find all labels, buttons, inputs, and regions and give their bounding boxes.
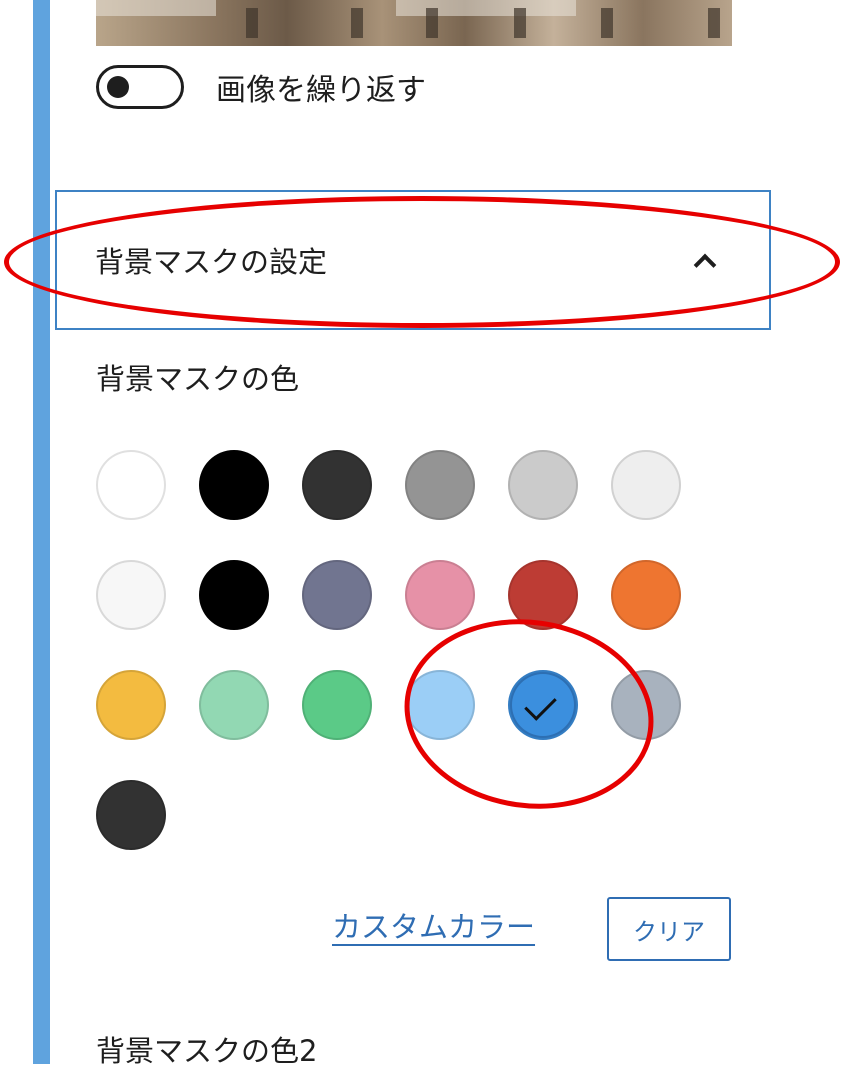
color-swatch[interactable]	[405, 670, 475, 740]
color-swatch[interactable]	[96, 780, 166, 850]
editor-left-accent-bar	[33, 0, 50, 1064]
checkmark-icon	[524, 688, 557, 721]
toggle-knob	[107, 76, 129, 98]
color-swatch[interactable]	[508, 560, 578, 630]
color-swatch[interactable]	[199, 560, 269, 630]
color-swatch[interactable]	[302, 560, 372, 630]
color-swatch[interactable]	[508, 450, 578, 520]
mask-settings-panel-header[interactable]: 背景マスクの設定	[55, 190, 771, 330]
repeat-image-toggle[interactable]	[96, 65, 184, 109]
color-swatch[interactable]	[611, 670, 681, 740]
repeat-image-label: 画像を繰り返す	[216, 73, 426, 108]
mask-color-label: 背景マスクの色	[96, 362, 300, 396]
color-swatch[interactable]	[96, 450, 166, 520]
repeat-image-setting: 画像を繰り返す	[96, 62, 426, 112]
color-swatch[interactable]	[611, 560, 681, 630]
clear-button[interactable]: クリア	[607, 897, 731, 961]
background-image-preview	[96, 0, 732, 46]
color-swatch[interactable]	[199, 670, 269, 740]
color-swatch[interactable]	[302, 450, 372, 520]
color-swatch[interactable]	[96, 560, 166, 630]
custom-color-link[interactable]: カスタムカラー	[332, 904, 535, 946]
color-swatch[interactable]	[405, 560, 475, 630]
color-swatch[interactable]	[302, 670, 372, 740]
panel-title: 背景マスクの設定	[95, 245, 328, 279]
chevron-up-icon	[691, 247, 717, 273]
color-swatch[interactable]	[611, 450, 681, 520]
color-swatch[interactable]	[199, 450, 269, 520]
color-swatch[interactable]	[405, 450, 475, 520]
color-swatch[interactable]	[96, 670, 166, 740]
color-swatch[interactable]	[508, 670, 578, 740]
